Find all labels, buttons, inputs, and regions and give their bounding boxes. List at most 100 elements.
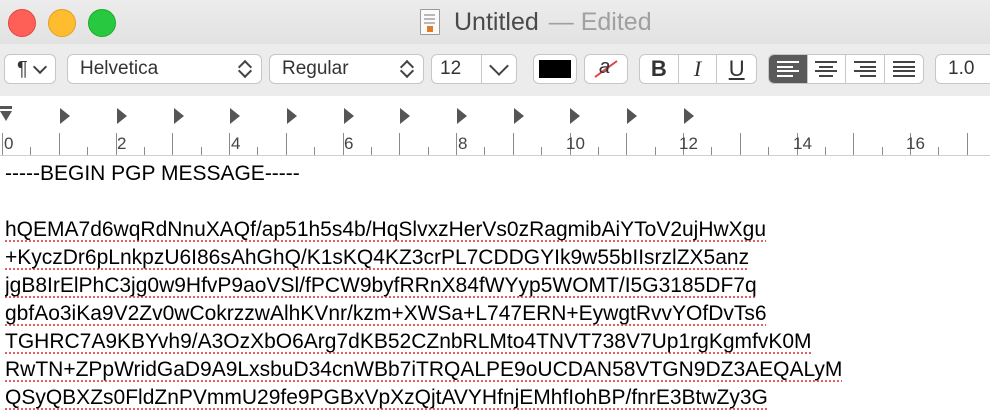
ruler-number: 16 [906, 134, 925, 153]
alignment-segment [768, 54, 924, 84]
pgp-data-line: TGHRC7A9KBYvh9/A3OzXbO6Arg7dKB52CZnbRLMt… [5, 330, 812, 353]
ruler-tick [314, 147, 316, 155]
ruler-tick [739, 133, 741, 155]
ruler-tick [2, 133, 3, 155]
updown-arrows-icon [237, 58, 253, 80]
text-document-icon [420, 9, 440, 35]
tab-stop[interactable] [457, 108, 467, 124]
ruler-number: 2 [117, 134, 127, 153]
bold-label: B [650, 56, 667, 81]
align-right-icon [853, 61, 876, 77]
pgp-header-line: -----BEGIN PGP MESSAGE----- [5, 162, 300, 185]
ruler-tick [597, 147, 599, 155]
ruler-tick [626, 133, 628, 155]
ruler-tick [30, 147, 32, 155]
font-family-popup[interactable]: Helvetica [67, 54, 262, 84]
ruler-number: 14 [793, 134, 812, 153]
align-center-icon [815, 61, 838, 77]
align-center-button[interactable] [808, 55, 846, 83]
minimize-window-button[interactable] [48, 9, 76, 37]
font-family-value: Helvetica [80, 58, 159, 79]
edited-status: — Edited [548, 7, 652, 36]
ruler-tick [143, 147, 145, 155]
line-spacing-value: 1.0 [948, 58, 975, 79]
highlight-color-well[interactable]: a [584, 54, 628, 84]
align-left-icon [776, 61, 799, 77]
font-style-value: Regular [282, 58, 349, 79]
justify-button[interactable] [885, 55, 923, 83]
tab-stop[interactable] [570, 108, 580, 124]
ruler-number: 12 [679, 134, 698, 153]
close-window-button[interactable] [8, 9, 36, 37]
ruler-tick [285, 133, 287, 155]
ruler[interactable]: 0 2 4 6 8 10 12 14 16 [0, 96, 990, 156]
ruler-tick [427, 147, 429, 155]
underline-button[interactable]: U [717, 55, 756, 83]
format-toolbar: ¶ Helvetica Regular 12 a B I U 1.0 [0, 44, 990, 96]
ruler-tick [87, 147, 89, 155]
ruler-number: 4 [231, 134, 241, 153]
ruler-tick [768, 147, 770, 155]
document-name: Untitled [454, 7, 539, 36]
text-style-segment: B I U [639, 54, 757, 84]
ruler-tick [938, 147, 940, 155]
ruler-number: 8 [458, 134, 468, 153]
tab-stop[interactable] [627, 108, 637, 124]
tab-stop[interactable] [514, 108, 524, 124]
title-bar: Untitled — Edited [0, 0, 990, 44]
underline-label: U [728, 56, 745, 81]
font-size-value[interactable]: 12 [432, 58, 481, 80]
tab-stop[interactable] [117, 108, 127, 124]
ruler-number: 10 [566, 134, 585, 153]
ruler-number: 6 [344, 134, 354, 153]
pgp-data-line: QSyQBXZs0FldZnPVmmU29fe9PGBxVpXzQjtAVYHf… [5, 386, 768, 409]
justify-icon [892, 61, 915, 77]
highlight-glyph: a [599, 56, 611, 78]
font-style-popup[interactable]: Regular [269, 54, 424, 84]
ruler-tick [484, 147, 486, 155]
window-title: Untitled — Edited [420, 7, 652, 37]
chevron-down-icon [32, 59, 48, 75]
tab-stop[interactable] [230, 108, 240, 124]
pgp-data-line: jgB8IrElPhC3jg0w9HfvP9aoVSl/fPCW9byfRRnX… [5, 274, 757, 297]
pgp-data-line: gbfAo3iKa9V2Zv0wCokrzzwAlhKVnr/kzm+XWSa+… [5, 302, 767, 325]
ruler-tick [966, 133, 968, 155]
document-body[interactable]: -----BEGIN PGP MESSAGE----- hQEMA7d6wqRd… [5, 160, 990, 412]
font-size-combo[interactable]: 12 [431, 54, 517, 84]
tab-stop[interactable] [174, 108, 184, 124]
ruler-tick [711, 147, 713, 155]
ruler-tick [853, 133, 855, 155]
tab-stop[interactable] [344, 108, 354, 124]
align-left-button[interactable] [769, 55, 808, 83]
ruler-tick [654, 147, 656, 155]
text-color-swatch [539, 60, 571, 78]
ruler-tick [541, 147, 543, 155]
italic-button[interactable]: I [679, 55, 718, 83]
tab-stop[interactable] [400, 108, 410, 124]
tab-stop[interactable] [60, 108, 70, 124]
ruler-number: 0 [4, 134, 14, 153]
pgp-data-line: +KyczDr6pLnkpzU6I86sAhGhQ/K1sKQ4KZ3crPL7… [5, 246, 750, 269]
align-right-button[interactable] [846, 55, 885, 83]
zoom-window-button[interactable] [88, 9, 116, 37]
tab-stop[interactable] [287, 108, 297, 124]
ruler-tick [512, 133, 514, 155]
ruler-tick [172, 133, 174, 155]
pgp-data-line: RwTN+ZPpWridGaD9A9LxsbuD34cnWBb7iTRQALPE… [5, 358, 843, 381]
ruler-tick [881, 147, 883, 155]
pgp-data-line: hQEMA7d6wqRdNnuXAQf/ap51h5s4b/HqSlvxzHer… [5, 218, 767, 241]
left-indent-marker[interactable] [0, 106, 12, 128]
paragraph-styles-popup[interactable]: ¶ [4, 54, 56, 84]
bold-button[interactable]: B [640, 55, 679, 83]
tab-stop[interactable] [684, 108, 694, 124]
line-spacing-popup[interactable]: 1.0 [935, 54, 990, 84]
chevron-down-icon [489, 56, 509, 76]
ruler-tick [257, 147, 259, 155]
ruler-tick [229, 133, 230, 155]
ruler-tick [399, 133, 401, 155]
updown-arrows-icon [399, 58, 415, 80]
text-color-well[interactable] [533, 54, 577, 84]
ruler-tick [456, 133, 457, 155]
ruler-tick [370, 147, 372, 155]
